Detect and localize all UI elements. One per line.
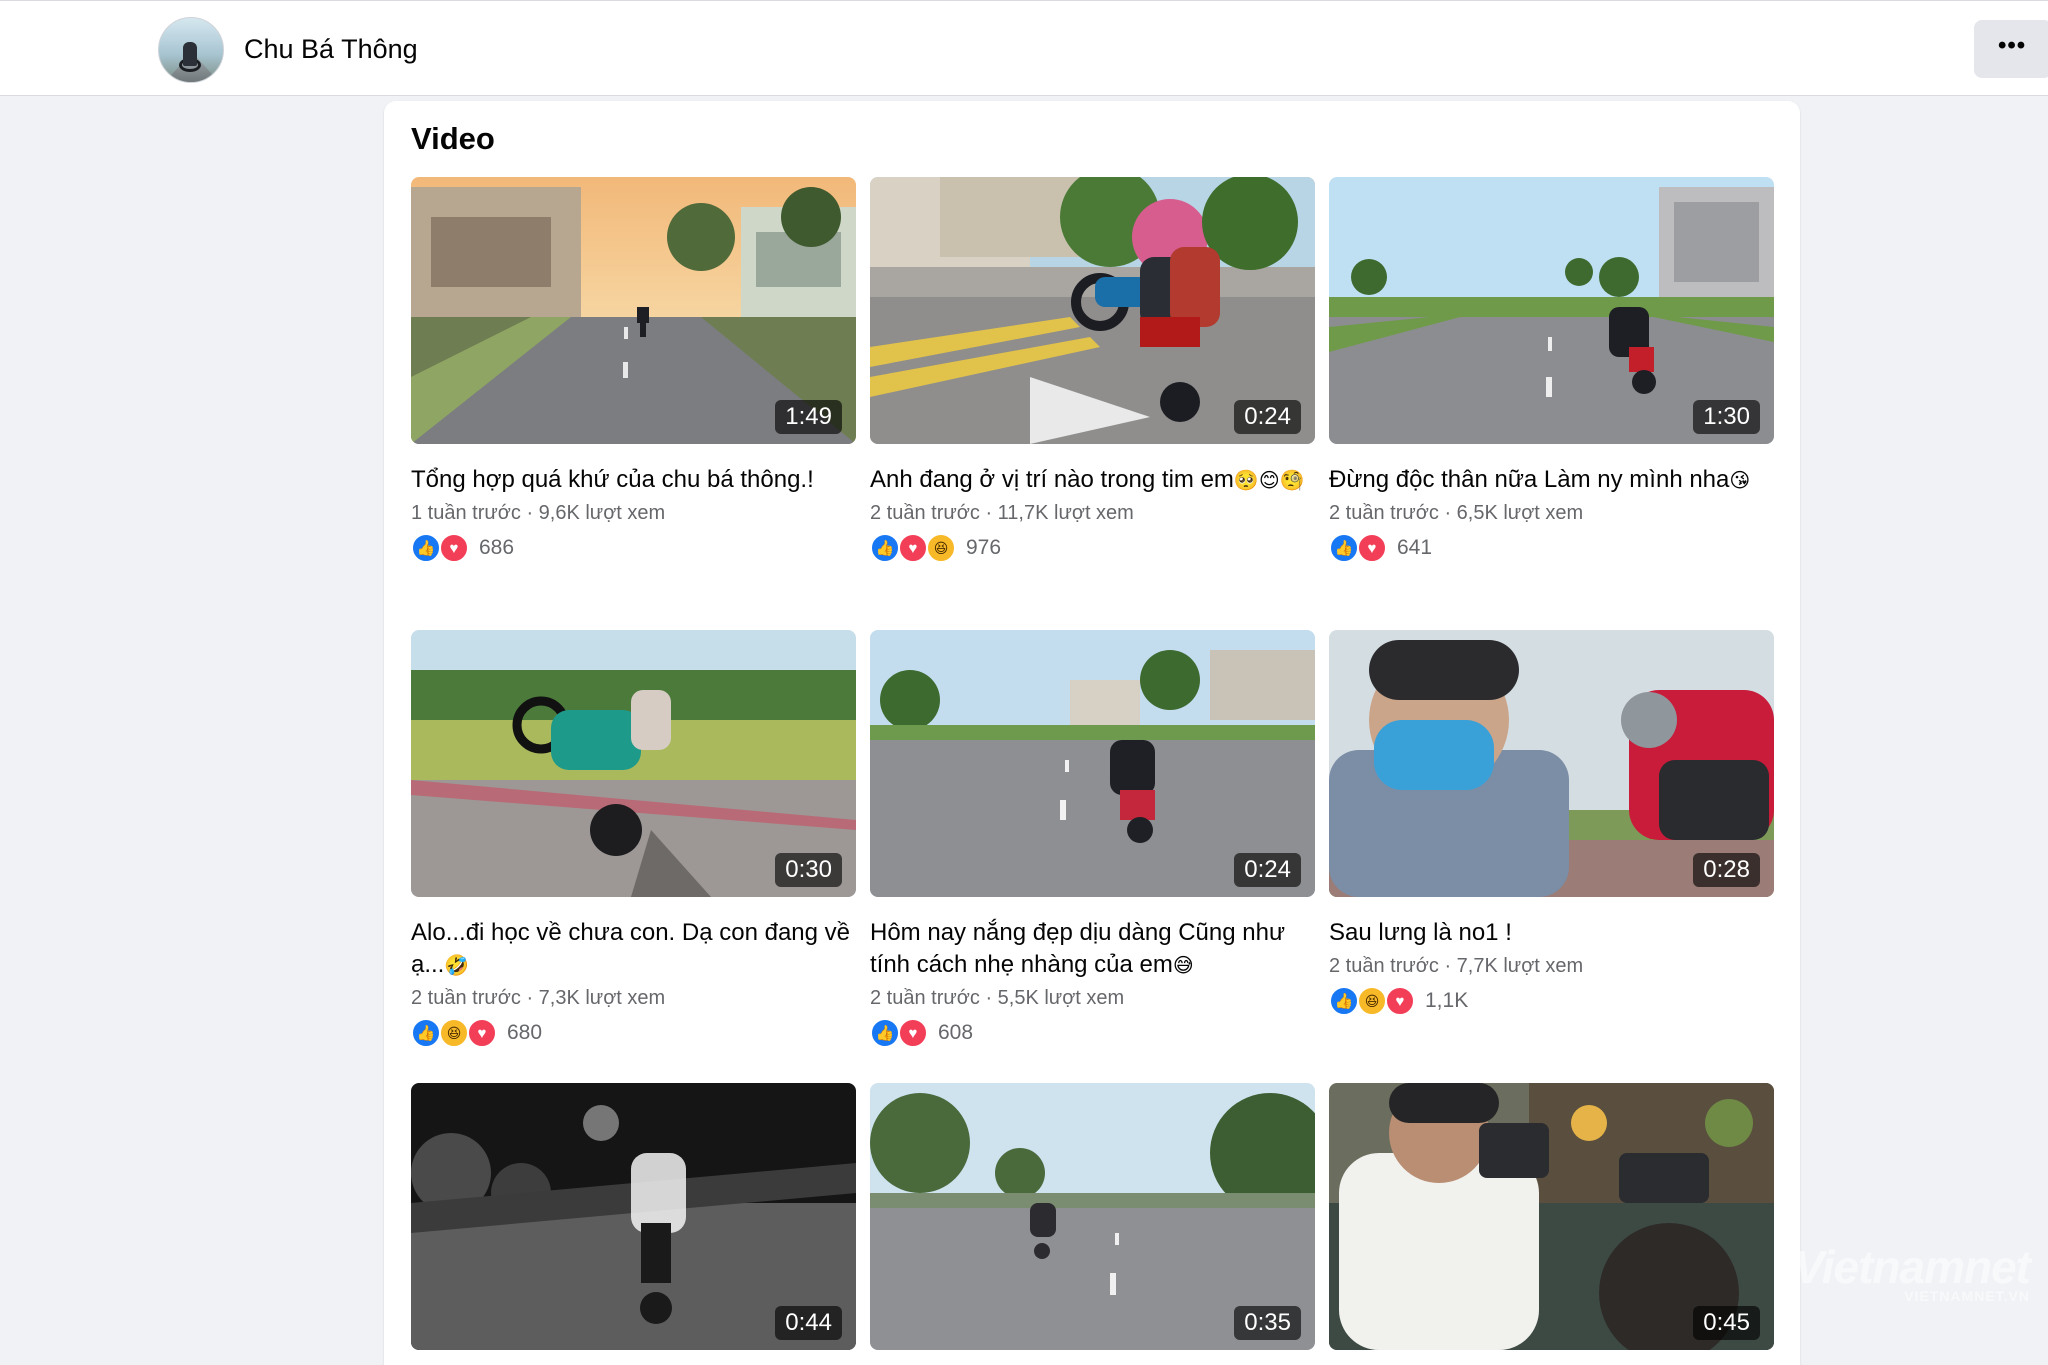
video-meta: 2 tuần trước · 7,3K lượt xem bbox=[411, 987, 666, 1009]
video-title-text: Sau lưng là no1 ! bbox=[1329, 919, 1512, 946]
video-duration: 0:44 bbox=[775, 1306, 842, 1340]
video-card-1: 1:49 Tổng hợp quá khứ của chu bá thông.!… bbox=[411, 177, 856, 565]
video-title[interactable]: Hôm nay nắng đẹp dịu dàng Cũng như tính … bbox=[870, 917, 1315, 981]
reaction-count: 686 bbox=[479, 536, 515, 559]
video-meta: 1 tuần trước · 9,6K lượt xem bbox=[411, 502, 666, 524]
avatar[interactable] bbox=[158, 17, 224, 83]
reaction-summary[interactable]: 👍 😆 ♥ 1,1K bbox=[1329, 984, 1774, 1018]
video-title[interactable]: Đừng độc thân nữa Làm ny mình nha😘 bbox=[1329, 464, 1774, 496]
video-meta: 2 tuần trước · 11,7K lượt xem bbox=[870, 502, 1134, 524]
heart-icon: ♥ bbox=[1357, 533, 1387, 563]
laugh-emoji-icon: 😆 bbox=[926, 533, 956, 563]
reaction-count: 608 bbox=[938, 1021, 974, 1044]
video-card-9: 0:45 bbox=[1329, 1083, 1774, 1350]
thumbs-up-icon: 👍 bbox=[1329, 986, 1359, 1016]
thumbs-up-icon: 👍 bbox=[1329, 533, 1359, 563]
more-dots-icon: ••• bbox=[1998, 32, 2027, 59]
video-thumbnail[interactable]: 0:44 bbox=[411, 1083, 856, 1350]
heart-icon: ♥ bbox=[898, 533, 928, 563]
video-duration: 0:28 bbox=[1693, 853, 1760, 887]
video-card-8: 0:35 bbox=[870, 1083, 1315, 1350]
emoji: 🤣 bbox=[444, 955, 470, 977]
watermark-logo: Vietnamnet VIETNAMNET.VN bbox=[1790, 1240, 2031, 1304]
reaction-count: 641 bbox=[1397, 536, 1433, 559]
reaction-summary[interactable]: 👍 ♥ 608 bbox=[870, 1016, 1315, 1050]
emoji: 😘 bbox=[1729, 470, 1751, 492]
emoji: 😅 bbox=[1172, 955, 1194, 977]
more-options-button[interactable]: ••• bbox=[1974, 20, 2048, 78]
section-title: Video bbox=[411, 121, 495, 156]
video-section-panel: Video 1:49 Tổng hợp quá khứ của chu bá t… bbox=[384, 101, 1800, 1365]
avatar-rider-shape bbox=[183, 42, 197, 66]
video-thumbnail[interactable]: 1:49 bbox=[411, 177, 856, 444]
video-thumbnail[interactable]: 0:30 bbox=[411, 630, 856, 897]
video-thumbnail[interactable]: 0:28 bbox=[1329, 630, 1774, 897]
video-duration: 0:35 bbox=[1234, 1306, 1301, 1340]
video-card-4: 0:30 Alo...đi học về chưa con. Dạ con đa… bbox=[411, 630, 856, 1050]
video-thumbnail[interactable]: 0:35 bbox=[870, 1083, 1315, 1350]
video-card-5: 0:24 Hôm nay nắng đẹp dịu dàng Cũng như … bbox=[870, 630, 1315, 1050]
video-meta: 2 tuần trước · 7,7K lượt xem bbox=[1329, 955, 1584, 977]
heart-icon: ♥ bbox=[1385, 986, 1415, 1016]
video-meta: 2 tuần trước · 6,5K lượt xem bbox=[1329, 502, 1584, 524]
video-title-text: Anh đang ở vị trí nào trong tim em bbox=[870, 466, 1234, 493]
emoji: 🥺😊🧐 bbox=[1233, 470, 1305, 492]
reaction-summary[interactable]: 👍 ♥ 686 bbox=[411, 531, 856, 565]
heart-icon: ♥ bbox=[898, 1018, 928, 1048]
heart-icon: ♥ bbox=[439, 533, 469, 563]
video-duration: 0:24 bbox=[1234, 400, 1301, 434]
reaction-count: 976 bbox=[966, 536, 1002, 559]
video-title-text: Đừng độc thân nữa Làm ny mình nha bbox=[1329, 466, 1730, 493]
profile-header-bar: Chu Bá Thông ••• bbox=[0, 0, 2048, 96]
video-title-text: Hôm nay nắng đẹp dịu dàng Cũng như tính … bbox=[870, 919, 1286, 978]
video-title[interactable]: Sau lưng là no1 ! bbox=[1329, 917, 1774, 949]
video-duration: 0:30 bbox=[775, 853, 842, 887]
video-thumbnail[interactable]: 1:30 bbox=[1329, 177, 1774, 444]
laugh-emoji-icon: 😆 bbox=[1357, 986, 1387, 1016]
video-title-text: Alo...đi học về chưa con. Dạ con đang về… bbox=[411, 919, 850, 978]
thumbs-up-icon: 👍 bbox=[870, 1018, 900, 1048]
video-title[interactable]: Tổng hợp quá khứ của chu bá thông.! bbox=[411, 464, 856, 496]
video-title[interactable]: Alo...đi học về chưa con. Dạ con đang về… bbox=[411, 917, 856, 981]
thumbs-up-icon: 👍 bbox=[411, 1018, 441, 1048]
video-card-2: 0:24 Anh đang ở vị trí nào trong tim em🥺… bbox=[870, 177, 1315, 565]
video-duration: 0:24 bbox=[1234, 853, 1301, 887]
video-thumbnail[interactable]: 0:24 bbox=[870, 630, 1315, 897]
video-duration: 0:45 bbox=[1693, 1306, 1760, 1340]
reaction-summary[interactable]: 👍 😆 ♥ 680 bbox=[411, 1016, 856, 1050]
reaction-count: 1,1K bbox=[1425, 989, 1469, 1012]
video-thumbnail[interactable]: 0:24 bbox=[870, 177, 1315, 444]
video-card-6: 0:28 Sau lưng là no1 ! 2 tuần trước · 7,… bbox=[1329, 630, 1774, 1018]
video-card-3: 1:30 Đừng độc thân nữa Làm ny mình nha😘 … bbox=[1329, 177, 1774, 565]
reaction-summary[interactable]: 👍 ♥ 641 bbox=[1329, 531, 1774, 565]
laugh-emoji-icon: 😆 bbox=[439, 1018, 469, 1048]
thumbs-up-icon: 👍 bbox=[870, 533, 900, 563]
reaction-summary[interactable]: 👍 ♥ 😆 976 bbox=[870, 531, 1315, 565]
video-title-text: Tổng hợp quá khứ của chu bá thông.! bbox=[411, 466, 814, 493]
video-duration: 1:49 bbox=[775, 400, 842, 434]
thumbs-up-icon: 👍 bbox=[411, 533, 441, 563]
watermark-text: Vietnamnet bbox=[1793, 1241, 2031, 1293]
heart-icon: ♥ bbox=[467, 1018, 497, 1048]
video-meta: 2 tuần trước · 5,5K lượt xem bbox=[870, 987, 1125, 1009]
video-thumbnail[interactable]: 0:45 bbox=[1329, 1083, 1774, 1350]
video-title[interactable]: Anh đang ở vị trí nào trong tim em🥺😊🧐 bbox=[870, 464, 1315, 496]
video-card-7: 0:44 bbox=[411, 1083, 856, 1350]
reaction-count: 680 bbox=[507, 1021, 543, 1044]
profile-name[interactable]: Chu Bá Thông bbox=[244, 34, 418, 65]
video-duration: 1:30 bbox=[1693, 400, 1760, 434]
